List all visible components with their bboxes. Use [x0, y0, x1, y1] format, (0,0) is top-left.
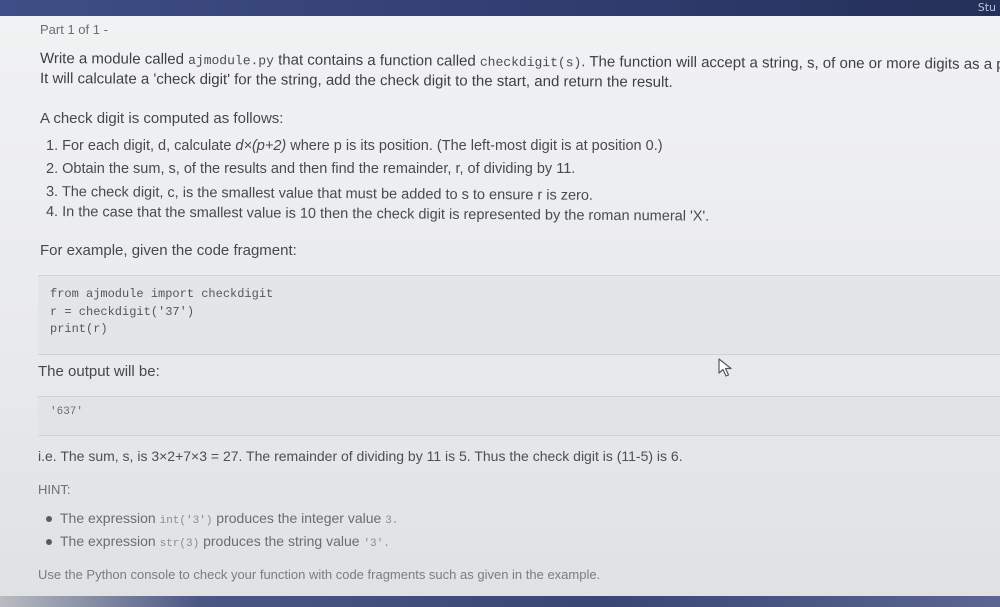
computed-heading: A check digit is computed as follows: [40, 110, 284, 127]
hint-label: HINT: [38, 482, 71, 497]
hint-item: The expression str(3) produces the strin… [46, 533, 390, 550]
step-1: 1. For each digit, d, calculate d×(p+2) … [46, 138, 663, 154]
bullet-icon [46, 516, 52, 523]
mouse-pointer-icon [718, 358, 732, 377]
step-2: 2. Obtain the sum, s, of the results and… [46, 161, 576, 177]
hint-item: The expression int('3') produces the int… [46, 510, 398, 527]
code-line: from ajmodule import checkdigit [50, 287, 274, 301]
code-line: r = checkdigit('37') [50, 305, 195, 319]
output-label: The output will be: [38, 363, 160, 380]
top-bar: Stu [0, 0, 1000, 16]
part-label: Part 1 of 1 - [40, 22, 108, 37]
module-name: ajmodule.py [188, 52, 274, 69]
bullet-icon [46, 539, 52, 546]
console-note: Use the Python console to check your fun… [38, 567, 601, 582]
code-line: print(r) [50, 322, 108, 336]
output-block [38, 396, 1000, 436]
bottom-bar [0, 596, 1000, 607]
function-signature: checkdigit(s) [479, 54, 582, 71]
step-1-formula: d×(p+2) [235, 138, 287, 154]
output-value: '637' [50, 406, 84, 418]
top-bar-corner-text: Stu [977, 1, 996, 14]
explanation-text: i.e. The sum, s, is 3×2+7×3 = 27. The re… [38, 448, 683, 464]
example-label: For example, given the code fragment: [40, 242, 297, 259]
